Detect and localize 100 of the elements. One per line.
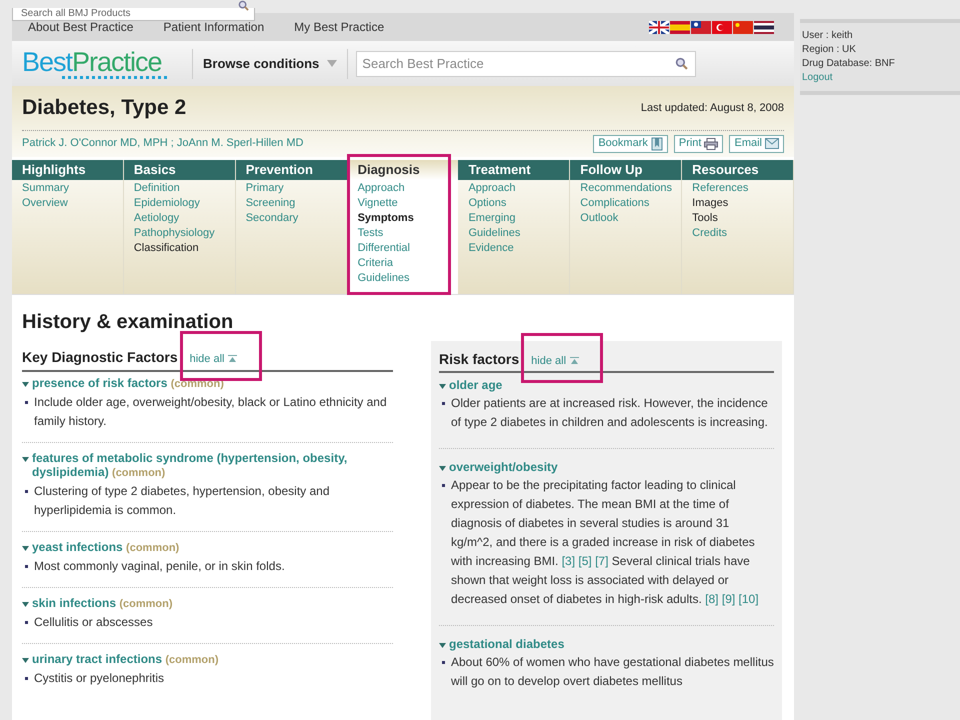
nav-tab[interactable]: Follow Up bbox=[570, 160, 682, 180]
factor-title-link[interactable]: presence of risk factors (common) bbox=[32, 376, 224, 390]
bullet-icon bbox=[25, 620, 28, 624]
nav-link[interactable]: Aetiology bbox=[134, 210, 235, 226]
browse-conditions-dropdown[interactable]: Browse conditions bbox=[193, 54, 348, 74]
nav-link[interactable]: Symptoms bbox=[358, 210, 458, 226]
reference-link[interactable]: [8] bbox=[705, 592, 719, 606]
reference-link[interactable]: [3] bbox=[562, 554, 576, 568]
flag-icon[interactable] bbox=[754, 20, 774, 34]
nav-link[interactable]: Evidence bbox=[468, 240, 570, 256]
bullet-icon bbox=[25, 676, 28, 680]
authors-link[interactable]: Patrick J. O'Connor MD, MPH ; JoAnn M. Sperl-Hillen MD bbox=[22, 135, 304, 152]
search-field[interactable]: Search Best Practice bbox=[356, 50, 696, 76]
nav-link[interactable]: Approach bbox=[468, 180, 570, 196]
nav-link[interactable]: Classification bbox=[134, 240, 235, 256]
nav-link[interactable]: Guidelines bbox=[358, 270, 458, 286]
bullet-icon bbox=[25, 400, 28, 404]
nav-tab[interactable]: Resources bbox=[682, 160, 794, 180]
reference-link[interactable]: [9] bbox=[722, 592, 736, 606]
nav-link[interactable]: References bbox=[692, 180, 794, 196]
nav-link[interactable]: Approach bbox=[358, 180, 458, 196]
factor-title-link[interactable]: older age bbox=[449, 378, 502, 392]
caret-icon bbox=[22, 382, 29, 386]
nav-link[interactable]: Guidelines bbox=[468, 226, 570, 240]
subsection-heading: Risk factors bbox=[439, 350, 520, 368]
collapse-icon bbox=[228, 355, 238, 364]
caret-icon bbox=[22, 456, 29, 462]
factor-title-link[interactable]: skin infections (common) bbox=[32, 596, 173, 610]
nav-link[interactable]: Pathophysiology bbox=[134, 226, 235, 240]
factor-description: About 60% of women who have gestational diabetes mellitus will go on to develop overt diabetes mellitus bbox=[451, 654, 774, 690]
factor-title-link[interactable]: urinary tract infections (common) bbox=[32, 652, 219, 666]
nav-link[interactable]: Recommendations bbox=[580, 180, 682, 196]
reference-link[interactable]: [7] bbox=[595, 554, 608, 568]
factor-title-link[interactable]: gestational diabetes bbox=[449, 636, 564, 650]
bullet-icon bbox=[442, 484, 445, 486]
nav-link[interactable]: Differential bbox=[358, 240, 458, 256]
nav-link[interactable]: Options bbox=[468, 196, 570, 210]
caret-icon bbox=[22, 658, 29, 662]
nav-link[interactable]: Criteria bbox=[358, 256, 458, 270]
subsection-heading: Key Diagnostic Factors bbox=[22, 348, 178, 367]
flag-icon[interactable] bbox=[649, 20, 669, 34]
nav-link[interactable]: Secondary bbox=[246, 210, 347, 226]
factor-title-link[interactable]: yeast infections (common) bbox=[32, 540, 180, 554]
nav-tab[interactable]: Treatment bbox=[458, 160, 570, 180]
search-field[interactable]: Search all BMJ Products bbox=[12, 8, 255, 20]
nav-link[interactable]: Tools bbox=[692, 210, 794, 226]
bookmark-icon bbox=[650, 136, 663, 150]
nav-link[interactable]: Credits bbox=[692, 226, 794, 240]
nav-tab[interactable]: Diagnosis bbox=[348, 160, 458, 180]
nav-tab[interactable]: Basics bbox=[124, 160, 235, 180]
action-button[interactable]: Bookmark bbox=[593, 134, 668, 152]
nav-link[interactable]: Complications bbox=[580, 196, 682, 210]
factor-description: Appear to be the precipitating factor leading to clinical expression of diabetes. The mean BMI at the time of diagnosis of diabetes in several studies is around 31 kg/m^2, and there is a graded increase in risk of diabetes with increasing BMI. [3] [5] [7] Several clinical trials have shown that weight loss is associated with delayed or decreased onset of diabetes in high-risk adults. [8] [9] [10] bbox=[451, 476, 760, 608]
nav-link[interactable]: Definition bbox=[134, 180, 235, 196]
reference-link[interactable]: [10] bbox=[738, 592, 759, 606]
region-text: Region : UK bbox=[802, 43, 857, 57]
top-nav-link[interactable]: Patient Information bbox=[163, 18, 264, 36]
reference-link[interactable]: [5] bbox=[578, 554, 592, 568]
nav-link[interactable]: Overview bbox=[22, 196, 123, 210]
hide-all-link[interactable]: hide all bbox=[531, 353, 580, 370]
logout-link[interactable]: Logout bbox=[802, 71, 958, 85]
bestpractice-logo[interactable]: BestPractice bbox=[22, 48, 182, 79]
nav-link[interactable]: Vignette bbox=[358, 196, 458, 210]
search-icon[interactable] bbox=[675, 56, 688, 70]
caret-icon bbox=[439, 384, 446, 388]
search-icon[interactable] bbox=[238, 0, 249, 11]
printer-icon bbox=[704, 138, 718, 150]
factor-title-link[interactable]: features of metabolic syndrome (hypertension, obesity, dyslipidemia) (common) bbox=[32, 450, 393, 480]
nav-link[interactable]: Epidemiology bbox=[134, 196, 235, 210]
factor-description: Most commonly vaginal, penile, or in skin folds. bbox=[34, 558, 285, 574]
collapse-icon bbox=[570, 357, 580, 366]
top-nav-link[interactable]: My Best Practice bbox=[294, 18, 384, 36]
factor-description: Include older age, overweight/obesity, black or Latino ethnicity and family history. bbox=[34, 394, 388, 430]
nav-link[interactable]: Tests bbox=[358, 226, 458, 240]
last-updated-text: Last updated: August 8, 2008 bbox=[640, 100, 784, 116]
drug-database-text: Drug Database: BNF bbox=[802, 57, 896, 71]
factor-description: Clustering of type 2 diabetes, hypertension, obesity and hyperlipidemia is common. bbox=[34, 482, 331, 518]
nav-link[interactable]: Outlook bbox=[580, 210, 682, 226]
flag-icon[interactable] bbox=[691, 20, 711, 34]
nav-link[interactable]: Primary bbox=[246, 180, 347, 196]
top-nav-link[interactable]: About Best Practice bbox=[28, 18, 134, 36]
factor-title-link[interactable]: overweight/obesity bbox=[449, 460, 558, 474]
caret-icon bbox=[22, 546, 29, 550]
hide-all-link[interactable]: hide all bbox=[190, 351, 238, 368]
bullet-icon bbox=[442, 402, 445, 404]
nav-link[interactable]: Screening bbox=[246, 196, 347, 210]
nav-link[interactable]: Summary bbox=[22, 180, 123, 196]
caret-icon bbox=[327, 60, 338, 67]
bullet-icon bbox=[25, 564, 28, 568]
nav-tab[interactable]: Highlights bbox=[12, 160, 123, 180]
factor-description: Older patients are at increased risk. However, the incidence of type 2 diabetes in children and adolescents is increasing. bbox=[451, 394, 769, 430]
action-button[interactable]: Email bbox=[729, 134, 784, 152]
caret-icon bbox=[22, 602, 29, 606]
factor-description: Cellulitis or abscesses bbox=[34, 614, 153, 630]
nav-link[interactable]: Images bbox=[692, 196, 794, 210]
bullet-icon bbox=[442, 660, 445, 664]
action-button[interactable]: Print bbox=[674, 134, 724, 152]
nav-link[interactable]: Emerging bbox=[468, 210, 570, 226]
nav-tab[interactable]: Prevention bbox=[236, 160, 347, 180]
caret-icon bbox=[439, 642, 446, 648]
